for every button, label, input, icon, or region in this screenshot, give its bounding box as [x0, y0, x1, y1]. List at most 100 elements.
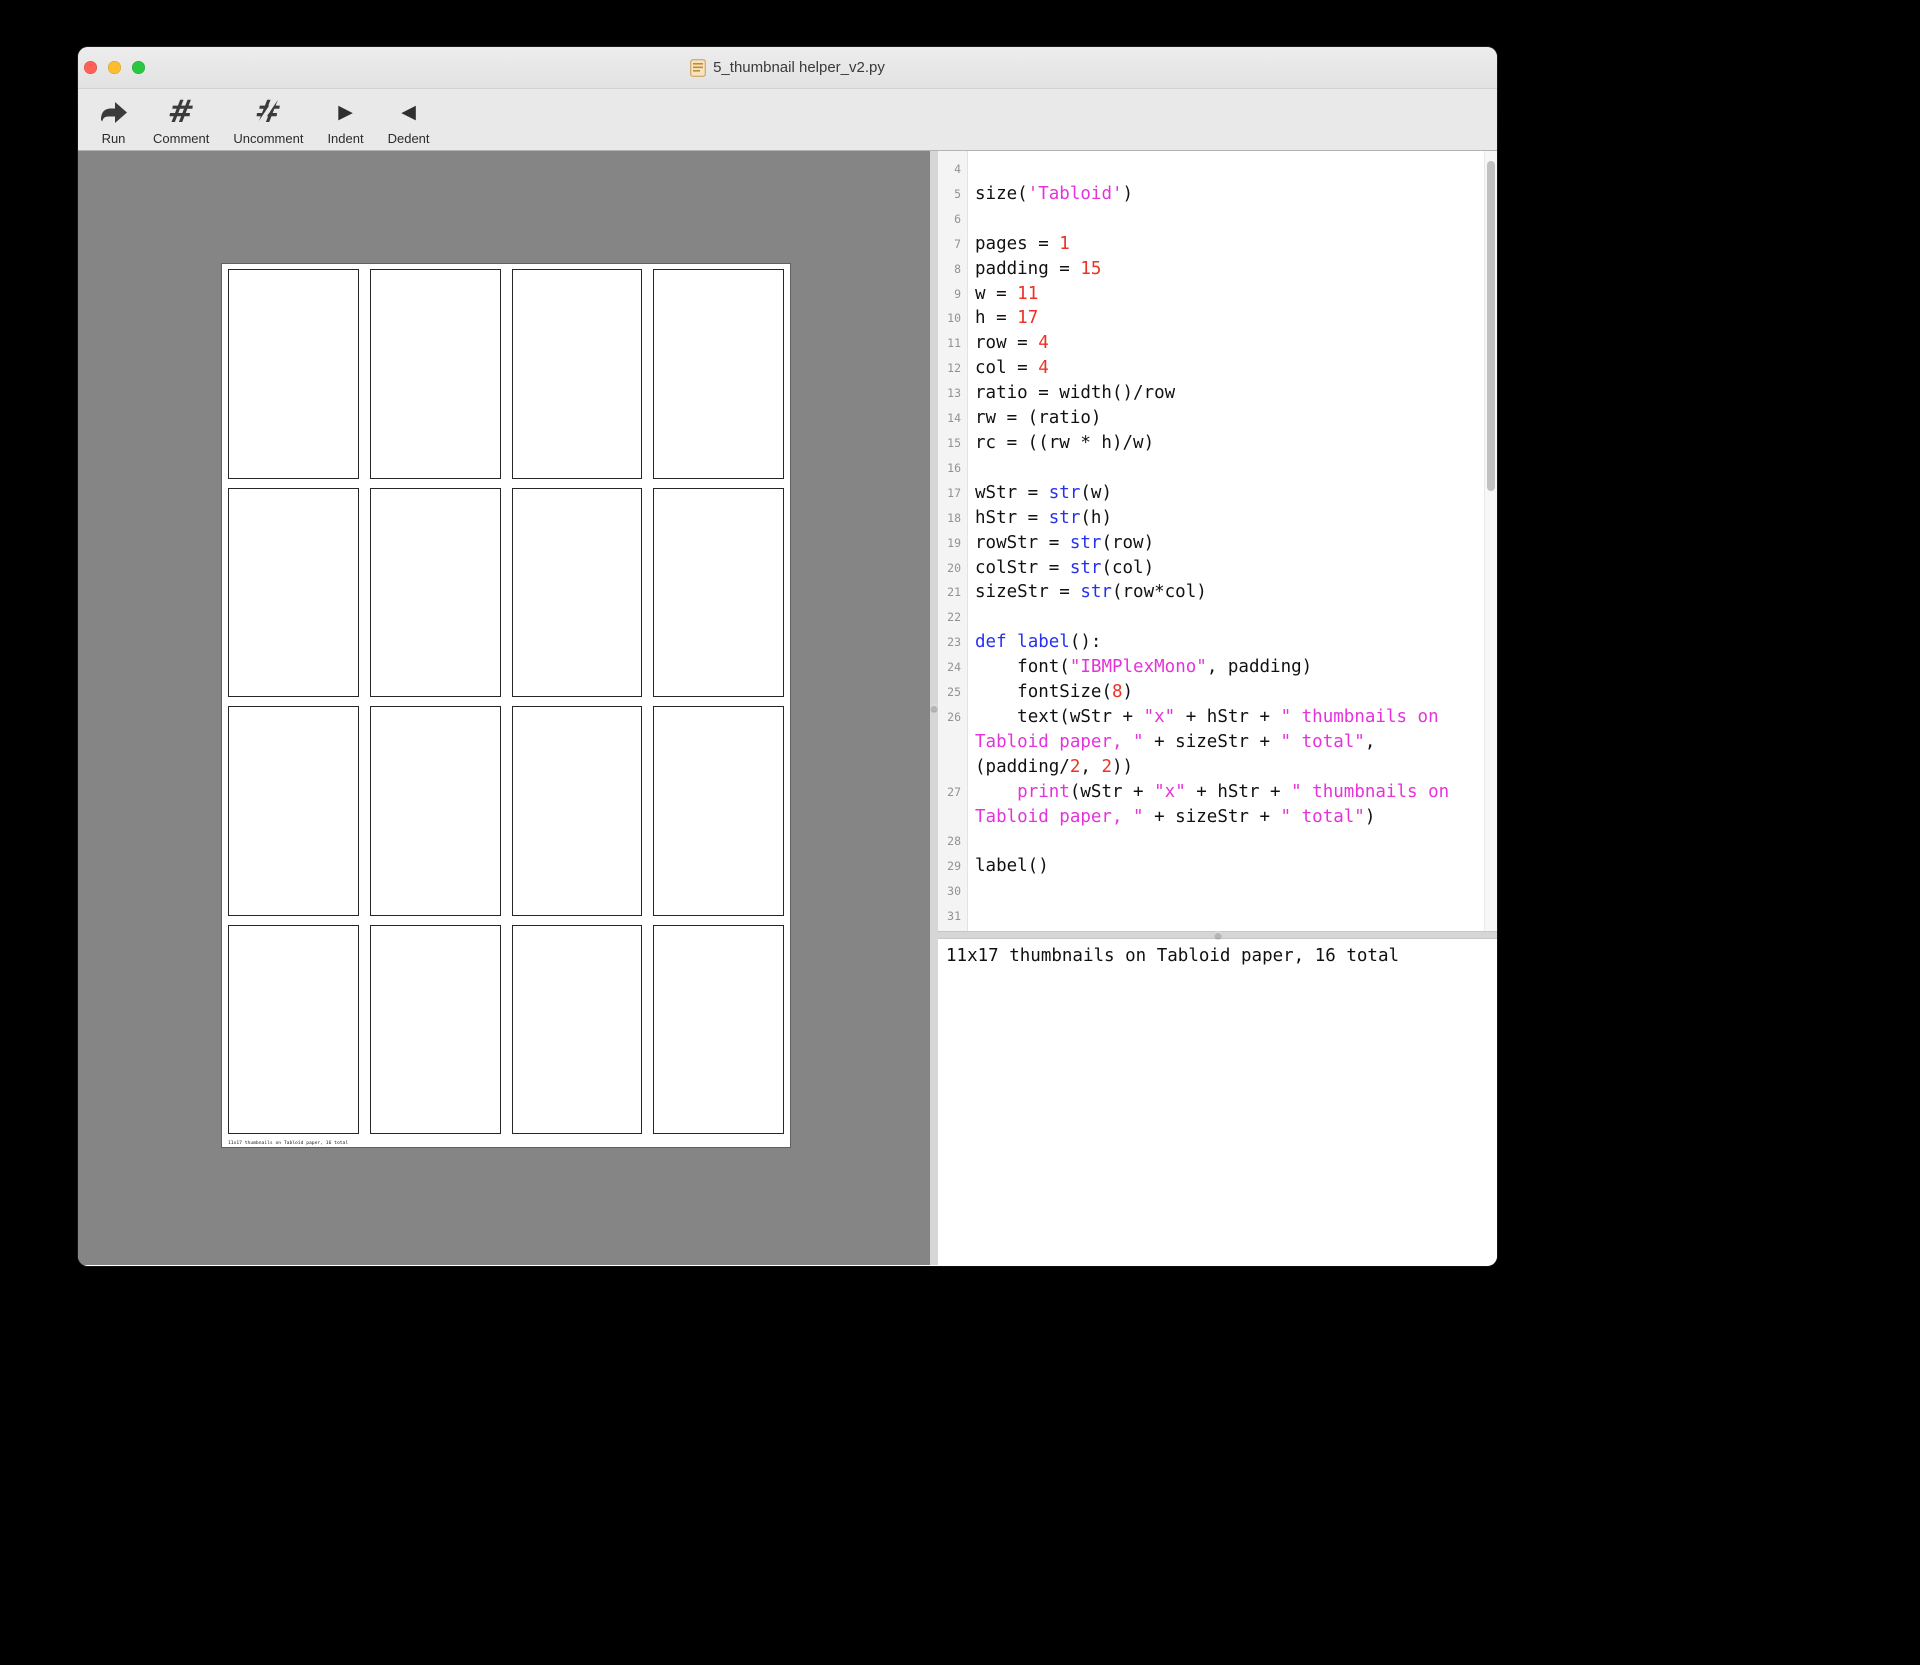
code-text: rw = (ratio): [968, 406, 1497, 431]
scrollbar-thumb[interactable]: [1487, 161, 1495, 491]
line-number: 5: [938, 182, 968, 207]
line-number: 10: [938, 306, 968, 331]
code-line: 9w = 11: [938, 282, 1497, 307]
line-number: 8: [938, 257, 968, 282]
code-line: 18hStr = str(h): [938, 506, 1497, 531]
code-line: 21sizeStr = str(row*col): [938, 580, 1497, 605]
code-text: col = 4: [968, 356, 1497, 381]
code-line: 27 print(wStr + "x" + hStr + " thumbnail…: [938, 780, 1497, 830]
code-line: 25 fontSize(8): [938, 680, 1497, 705]
code-line: 29label(): [938, 854, 1497, 879]
indent-icon: ▶: [338, 94, 353, 130]
code-line: 22: [938, 605, 1497, 630]
code-line: 10h = 17: [938, 306, 1497, 331]
line-number: 4: [938, 157, 968, 182]
code-text: w = 11: [968, 282, 1497, 307]
code-text: hStr = str(h): [968, 506, 1497, 531]
line-number: 7: [938, 232, 968, 257]
code-line: 16: [938, 456, 1497, 481]
horizontal-splitter[interactable]: [938, 931, 1497, 939]
run-button[interactable]: Run: [86, 92, 141, 148]
line-number: 30: [938, 879, 968, 904]
code-line: 30: [938, 879, 1497, 904]
code-line: 28: [938, 829, 1497, 854]
line-number: 12: [938, 356, 968, 381]
code-line: 15rc = ((rw * h)/w): [938, 431, 1497, 456]
indent-button[interactable]: ▶Indent: [315, 92, 375, 148]
line-number: 16: [938, 456, 968, 481]
line-number: 11: [938, 331, 968, 356]
code-text: sizeStr = str(row*col): [968, 580, 1497, 605]
code-text: colStr = str(col): [968, 556, 1497, 581]
code-line: 26 text(wStr + "x" + hStr + " thumbnails…: [938, 705, 1497, 780]
splitter-dimple: [1214, 932, 1221, 939]
thumbnail-rect: [653, 706, 784, 916]
line-number: 28: [938, 829, 968, 854]
zoom-button[interactable]: [132, 61, 145, 74]
line-number: 6: [938, 207, 968, 232]
thumbnail-rect: [512, 488, 643, 698]
code-text: rc = ((rw * h)/w): [968, 431, 1497, 456]
code-editor[interactable]: 45size('Tabloid')67pages = 18padding = 1…: [938, 151, 1497, 931]
thumbnail-rect: [512, 706, 643, 916]
code-line: 11row = 4: [938, 331, 1497, 356]
splitter-dimple: [931, 705, 938, 712]
toolbar-label: Indent: [327, 131, 363, 146]
code-text: wStr = str(w): [968, 481, 1497, 506]
main-content: 11x17 thumbnails on Tabloid paper, 16 to…: [78, 151, 1497, 1265]
thumbnail-rect: [228, 925, 359, 1135]
vertical-splitter[interactable]: [930, 151, 938, 1265]
close-button[interactable]: [84, 61, 97, 74]
line-number: 15: [938, 431, 968, 456]
code-text: pages = 1: [968, 232, 1497, 257]
line-number: 18: [938, 506, 968, 531]
code-line: 6: [938, 207, 1497, 232]
code-text: ratio = width()/row: [968, 381, 1497, 406]
desktop-background: 5_thumbnail helper_v2.py Run#Comment#Unc…: [0, 0, 1920, 1665]
line-number: 19: [938, 531, 968, 556]
code-line: 7pages = 1: [938, 232, 1497, 257]
code-line: 8padding = 15: [938, 257, 1497, 282]
thumbnail-rect: [512, 269, 643, 479]
code-text: print(wStr + "x" + hStr + " thumbnails o…: [968, 780, 1497, 830]
line-number: 27: [938, 780, 968, 805]
minimize-button[interactable]: [108, 61, 121, 74]
line-number: 13: [938, 381, 968, 406]
line-number: 26: [938, 705, 968, 730]
toolbar-label: Dedent: [388, 131, 430, 146]
line-number: 29: [938, 854, 968, 879]
thumbnail-rect: [370, 269, 501, 479]
code-text: h = 17: [968, 306, 1497, 331]
toolbar-label: Uncomment: [233, 131, 303, 146]
code-line: 5size('Tabloid'): [938, 182, 1497, 207]
toolbar-label: Run: [102, 131, 126, 146]
code-line: 20colStr = str(col): [938, 556, 1497, 581]
code-line: 13ratio = width()/row: [938, 381, 1497, 406]
code-line: 12col = 4: [938, 356, 1497, 381]
line-number: 14: [938, 406, 968, 431]
thumbnail-rect: [653, 488, 784, 698]
code-text: font("IBMPlexMono", padding): [968, 655, 1497, 680]
code-text: size('Tabloid'): [968, 182, 1497, 207]
comment-icon: #: [168, 94, 194, 130]
window-title: 5_thumbnail helper_v2.py: [713, 59, 885, 76]
code-lines: 45size('Tabloid')67pages = 18padding = 1…: [938, 151, 1497, 929]
dedent-icon: ◀: [401, 94, 416, 130]
code-line: 24 font("IBMPlexMono", padding): [938, 655, 1497, 680]
output-console[interactable]: 11x17 thumbnails on Tabloid paper, 16 to…: [938, 939, 1497, 1265]
window-titlebar: 5_thumbnail helper_v2.py: [78, 47, 1497, 89]
dedent-button[interactable]: ◀Dedent: [376, 92, 442, 148]
thumbnail-rect: [370, 488, 501, 698]
code-text: rowStr = str(row): [968, 531, 1497, 556]
line-number: 24: [938, 655, 968, 680]
uncomment-button[interactable]: #Uncomment: [221, 92, 315, 148]
thumbnail-rect: [512, 925, 643, 1135]
editor-scrollbar[interactable]: [1484, 151, 1497, 931]
window-title-group: 5_thumbnail helper_v2.py: [690, 59, 885, 77]
code-text: fontSize(8): [968, 680, 1497, 705]
line-number: 20: [938, 556, 968, 581]
line-number: 31: [938, 904, 968, 929]
line-number: 17: [938, 481, 968, 506]
comment-button[interactable]: #Comment: [141, 92, 221, 148]
thumbnail-rect: [653, 925, 784, 1135]
